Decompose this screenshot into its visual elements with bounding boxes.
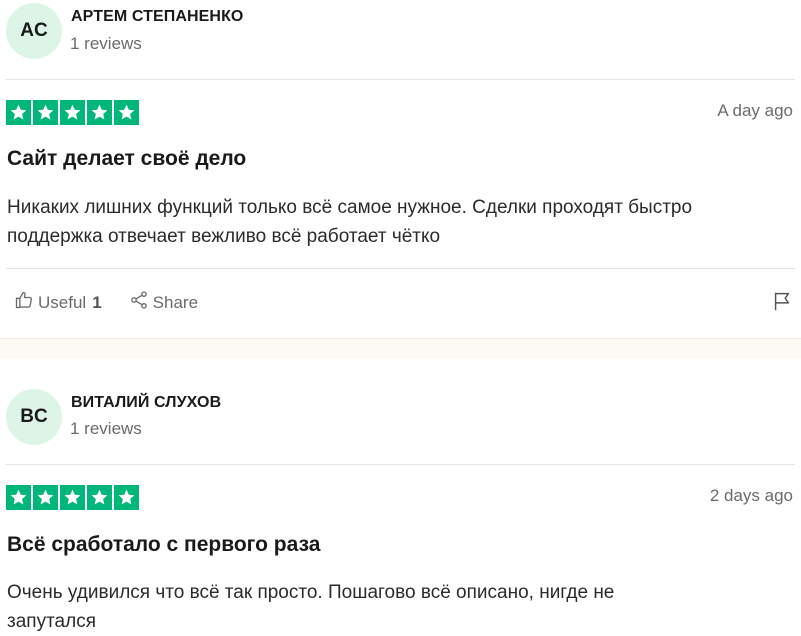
star-icon (87, 100, 112, 125)
star-rating (6, 485, 139, 510)
star-icon (60, 485, 85, 510)
useful-count: 1 (92, 292, 102, 312)
review-body: Очень удивился что всё так просто. Пошаг… (7, 578, 797, 636)
useful-button[interactable]: Useful 1 (14, 290, 102, 315)
flag-icon (771, 292, 793, 316)
reviewer-review-count: 1 reviews (70, 34, 142, 53)
review-title[interactable]: Всё сработало с первого раза (7, 533, 320, 557)
avatar[interactable]: AC (6, 3, 62, 59)
share-button[interactable]: Share (129, 290, 198, 315)
share-label: Share (152, 292, 199, 312)
thumbs-up-icon (14, 290, 38, 315)
review-date: A day ago (717, 101, 793, 120)
report-button[interactable] (771, 290, 793, 317)
review-actions: Useful 1 Share (14, 290, 198, 315)
useful-label: Useful (38, 292, 87, 312)
avatar[interactable]: BC (6, 389, 62, 445)
star-icon (114, 100, 139, 125)
divider (6, 79, 795, 80)
review-body-line: поддержка отвечает вежливо всё работает … (7, 226, 441, 247)
divider (6, 268, 795, 269)
star-icon (87, 485, 112, 510)
star-icon (114, 485, 139, 510)
star-icon (60, 100, 85, 125)
divider (6, 464, 795, 465)
reviewer-review-count: 1 reviews (70, 419, 142, 438)
review-card: AC АРТЕМ СТЕПАНЕНКО 1 reviews A day ago … (0, 0, 801, 338)
review-body-line: Очень удивился что всё так просто. Пошаг… (7, 582, 615, 603)
reviewer-name[interactable]: АРТЕМ СТЕПАНЕНКО (71, 8, 243, 26)
review-card: BC ВИТАЛИЙ СЛУХОВ 1 reviews 2 days ago В… (0, 359, 801, 635)
review-title[interactable]: Сайт делает своё дело (7, 147, 246, 171)
review-body-line: Никаких лишних функций только всё самое … (7, 197, 693, 218)
share-icon (129, 290, 153, 315)
star-icon (6, 100, 31, 125)
review-body-line: запутался (7, 611, 96, 632)
review-body: Никаких лишних функций только всё самое … (7, 193, 797, 251)
review-date: 2 days ago (709, 486, 793, 505)
review-separator (0, 338, 801, 359)
star-icon (6, 485, 31, 510)
reviewer-name[interactable]: ВИТАЛИЙ СЛУХОВ (71, 394, 221, 412)
star-icon (33, 485, 58, 510)
star-rating (6, 100, 139, 125)
star-icon (33, 100, 58, 125)
